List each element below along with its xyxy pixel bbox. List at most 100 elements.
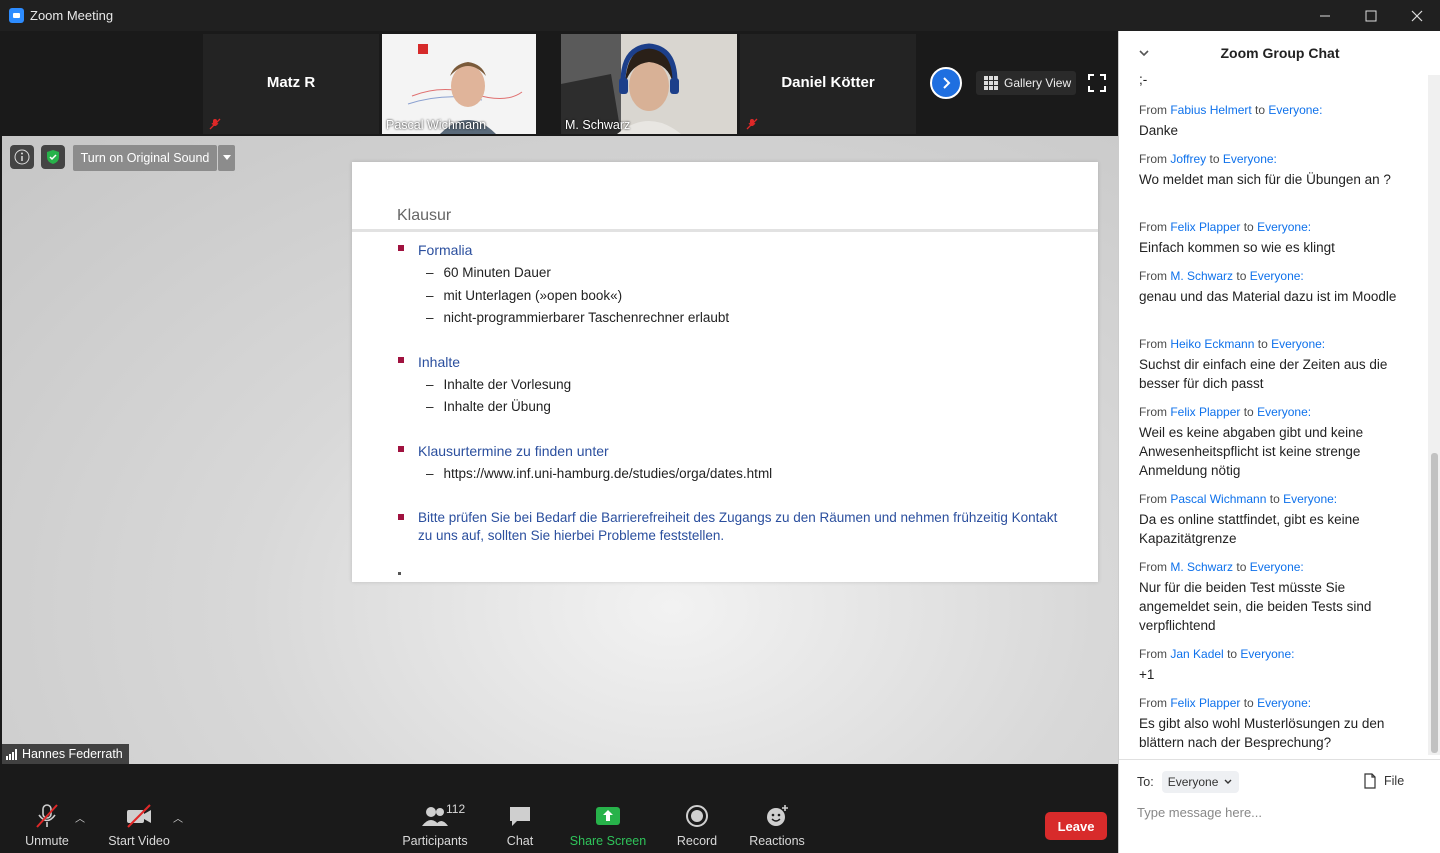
to-label: To: xyxy=(1137,775,1154,789)
meeting-info-button[interactable] xyxy=(10,145,34,169)
slide-divider xyxy=(352,229,1098,232)
recipient-row: To: Everyone xyxy=(1137,771,1240,793)
message-recipient: Everyone: xyxy=(1271,337,1326,351)
file-button[interactable]: File xyxy=(1363,773,1404,789)
from-word: From xyxy=(1139,647,1167,661)
slide-item: nicht-programmierbarer Taschenrechner er… xyxy=(426,310,730,325)
message-text: Es gibt also wohl Musterlösungen zu den … xyxy=(1139,716,1385,750)
message-meta: From Jan Kadel to Everyone: xyxy=(1139,647,1409,661)
message-recipient: Everyone: xyxy=(1257,405,1312,419)
gallery-view-button[interactable]: Gallery View xyxy=(976,71,1076,95)
participant-name: M. Schwarz xyxy=(565,118,631,132)
maximize-button[interactable] xyxy=(1348,0,1394,31)
message-text: Da es online stattfindet, gibt es keine … xyxy=(1139,512,1360,546)
active-speaker-label: Hannes Federrath xyxy=(2,744,129,764)
slide-item: 60 Minuten Dauer xyxy=(426,265,551,280)
participant-name: Matz R xyxy=(266,74,316,91)
message-sender[interactable]: Felix Plapper xyxy=(1170,405,1240,419)
next-page-button[interactable] xyxy=(930,67,962,99)
chevron-down-icon[interactable] xyxy=(1137,46,1151,60)
message-meta: From Pascal Wichmann to Everyone: xyxy=(1139,492,1409,506)
video-tile[interactable]: Pascal Wichmann xyxy=(382,34,536,134)
participant-name: Daniel Kötter xyxy=(781,74,875,91)
reactions-button[interactable]: Reactions xyxy=(732,804,822,848)
share-screen-button[interactable]: Share Screen xyxy=(563,804,653,848)
close-window-button[interactable] xyxy=(1394,0,1440,31)
video-tile[interactable]: Matz R xyxy=(203,34,379,134)
slide-item: https://www.inf.uni-hamburg.de/studies/o… xyxy=(426,466,773,481)
fullscreen-icon[interactable] xyxy=(1088,74,1106,92)
message-sender[interactable]: M. Schwarz xyxy=(1170,560,1233,574)
chat-message-fragment: ;- xyxy=(1139,75,1409,89)
to-word: to xyxy=(1243,220,1254,234)
slide-heading: Bitte prüfen Sie bei Bedarf die Barriere… xyxy=(418,510,1058,543)
shield-icon xyxy=(47,150,59,164)
message-meta: From Heiko Eckmann to Everyone: xyxy=(1139,337,1409,351)
chat-title: Zoom Group Chat xyxy=(1220,45,1340,61)
message-text: +1 xyxy=(1139,667,1155,682)
message-recipient: Everyone: xyxy=(1249,560,1304,574)
scrollbar-thumb[interactable] xyxy=(1431,453,1438,753)
record-icon xyxy=(686,805,708,827)
speaker-name: Hannes Federrath xyxy=(22,747,123,761)
share-screen-icon xyxy=(596,807,620,825)
file-label: File xyxy=(1384,774,1405,788)
reactions-icon xyxy=(767,805,788,826)
video-off-icon xyxy=(127,804,151,828)
from-word: From xyxy=(1139,405,1167,419)
message-sender[interactable]: Jan Kadel xyxy=(1170,647,1223,661)
participants-button[interactable]: 112 Participants xyxy=(390,802,480,848)
original-sound-dropdown[interactable] xyxy=(218,145,235,171)
message-text: ;- xyxy=(1139,75,1148,87)
recipient-select[interactable]: Everyone xyxy=(1161,771,1240,793)
participant-name: Pascal Wichmann xyxy=(386,118,487,132)
chat-scrollbar[interactable] xyxy=(1428,75,1440,755)
message-sender[interactable]: Pascal Wichmann xyxy=(1170,492,1266,506)
original-sound-button[interactable]: Turn on Original Sound xyxy=(73,145,217,171)
to-word: to xyxy=(1257,337,1268,351)
message-sender[interactable]: Joffrey xyxy=(1170,152,1206,166)
audio-options-caret[interactable]: ︿ xyxy=(75,810,85,825)
message-meta: From Felix Plapper to Everyone: xyxy=(1139,696,1409,710)
chat-header: Zoom Group Chat xyxy=(1119,31,1440,75)
message-sender[interactable]: Felix Plapper xyxy=(1170,696,1240,710)
record-button[interactable]: Record xyxy=(652,804,742,848)
video-strip: Matz R Pascal Wichmann M. Schwarz Daniel… xyxy=(0,31,1118,136)
chat-message: From Jan Kadel to Everyone: +1 xyxy=(1139,647,1409,684)
window-controls xyxy=(1302,0,1440,31)
share-screen-label: Share Screen xyxy=(569,834,647,848)
video-options-caret[interactable]: ︿ xyxy=(173,810,183,825)
chat-message: From Pascal Wichmann to Everyone: Da es o… xyxy=(1139,492,1409,548)
start-video-label: Start Video xyxy=(108,834,170,848)
chevron-right-icon xyxy=(943,77,951,89)
message-text: Danke xyxy=(1139,123,1179,138)
chat-message-list[interactable]: ;- From Fabius Helmert to Everyone: Danke… xyxy=(1119,75,1427,755)
chat-message: From Felix Plapper to Everyone: Weil es k… xyxy=(1139,405,1409,480)
grid-icon xyxy=(984,76,998,90)
screen-share-view: Turn on Original Sound Klausur Formalia … xyxy=(2,136,1118,764)
message-recipient: Everyone: xyxy=(1283,492,1338,506)
message-recipient: Everyone: xyxy=(1268,103,1323,117)
message-text: genau und das Material dazu ist im Moodl… xyxy=(1139,289,1397,304)
maximize-icon xyxy=(1365,10,1377,21)
message-sender[interactable]: Heiko Eckmann xyxy=(1170,337,1254,351)
record-label: Record xyxy=(676,834,718,848)
message-sender[interactable]: Fabius Helmert xyxy=(1170,103,1251,117)
chat-message: From M. Schwarz to Everyone: genau und da… xyxy=(1139,269,1409,306)
encryption-button[interactable] xyxy=(41,145,65,169)
leave-button[interactable]: Leave xyxy=(1045,812,1107,840)
close-icon xyxy=(1411,10,1423,21)
start-video-button[interactable]: Start Video xyxy=(94,804,184,848)
message-meta: From Joffrey to Everyone: xyxy=(1139,152,1409,166)
video-tile[interactable]: Daniel Kötter xyxy=(740,34,916,134)
slide-title: Klausur xyxy=(397,207,452,224)
recipient-value: Everyone xyxy=(1167,775,1219,789)
chat-message: From Fabius Helmert to Everyone: Danke xyxy=(1139,103,1409,140)
chat-message-input[interactable] xyxy=(1137,801,1417,823)
message-sender[interactable]: Felix Plapper xyxy=(1170,220,1240,234)
message-sender[interactable]: M. Schwarz xyxy=(1170,269,1233,283)
message-recipient: Everyone: xyxy=(1249,269,1304,283)
chat-button[interactable]: Chat xyxy=(475,804,565,848)
video-tile[interactable]: M. Schwarz xyxy=(561,34,737,134)
minimize-button[interactable] xyxy=(1302,0,1348,31)
